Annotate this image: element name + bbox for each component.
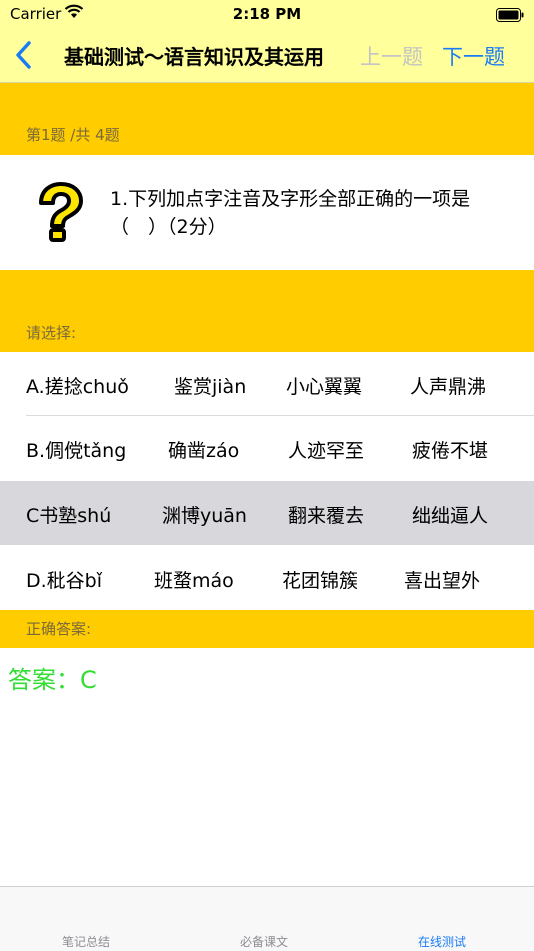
status-bar: Carrier 2:18 PM [0, 0, 534, 28]
option-row-a[interactable]: A.搓捻chuǒ 鉴赏jiàn 小心翼翼 人声鼎沸 [0, 352, 534, 416]
answer-band: 正确答案: [0, 610, 534, 648]
option-cell: D.秕谷bǐ [26, 570, 103, 592]
option-cell: A.搓捻chuǒ [26, 376, 129, 398]
answer-text: 答案：C [8, 666, 97, 694]
option-cell: 花团锦簇 [282, 570, 359, 592]
option-cell: 鉴赏jiàn [174, 376, 247, 398]
option-cell: 人迹罕至 [288, 440, 365, 462]
choose-band: 请选择: [0, 270, 534, 352]
option-row-c[interactable]: C书塾shú 渊博yuān 翻来覆去 绌绌逼人 [0, 481, 534, 545]
chevron-left-icon[interactable] [14, 40, 34, 74]
option-cell: 班蝥máo [154, 570, 234, 592]
option-cell: 喜出望外 [404, 570, 481, 592]
next-question-button[interactable]: 下一题 [442, 41, 505, 71]
option-cell: 确凿záo [168, 440, 240, 462]
page-title: 基础测试～语言知识及其运用 [64, 45, 324, 69]
option-row-b[interactable]: B.倜傥tǎng 确凿záo 人迹罕至 疲倦不堪 [0, 416, 534, 480]
option-cell: 渊博yuān [162, 505, 247, 527]
tab-texts[interactable]: 必备课文 [240, 933, 288, 950]
navigation-bar: 基础测试～语言知识及其运用 上一题 下一题 [0, 28, 534, 83]
option-cell: C书塾shú [26, 505, 112, 527]
question-index-band: 第1题 /共 4题 [0, 83, 534, 155]
tab-bar: 笔记总结 必备课文 在线测试 [0, 886, 534, 951]
question-mark-icon [32, 181, 88, 247]
tab-online-test[interactable]: 在线测试 [418, 933, 466, 950]
option-cell: 人声鼎沸 [410, 376, 487, 398]
previous-question-button[interactable]: 上一题 [360, 41, 423, 71]
option-cell: 小心翼翼 [286, 376, 363, 398]
option-cell: 疲倦不堪 [412, 440, 489, 462]
battery-icon [496, 7, 524, 26]
clock-label: 2:18 PM [232, 5, 302, 23]
tab-notes[interactable]: 笔记总结 [62, 933, 110, 950]
option-cell: B.倜傥tǎng [26, 440, 127, 462]
option-cell: 翻来覆去 [288, 505, 365, 527]
option-row-d[interactable]: D.秕谷bǐ 班蝥máo 花团锦簇 喜出望外 [0, 546, 534, 610]
question-row: 1.下列加点字注音及字形全部正确的一项是（ ）（2分） [0, 155, 534, 270]
question-text: 1.下列加点字注音及字形全部正确的一项是（ ）（2分） [110, 188, 471, 238]
option-cell: 绌绌逼人 [412, 505, 489, 527]
